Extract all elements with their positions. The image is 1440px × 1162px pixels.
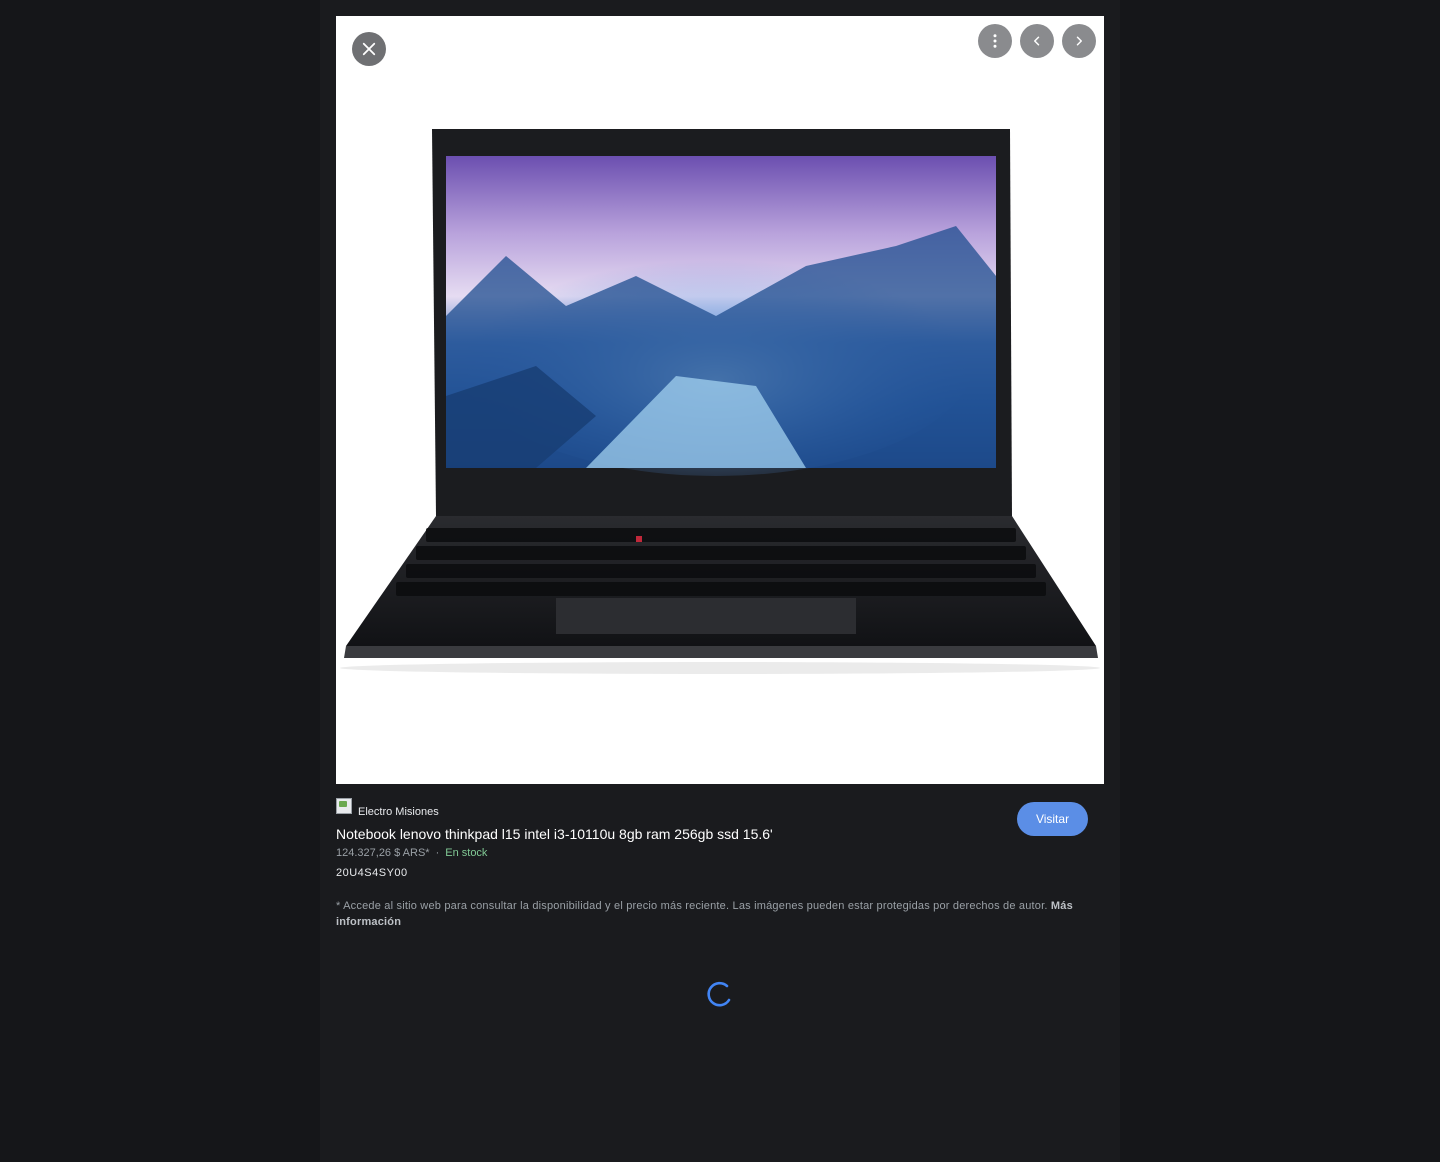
product-title[interactable]: Notebook lenovo thinkpad l15 intel i3-10… xyxy=(336,826,773,842)
product-sku: 20U4S4SY00 xyxy=(336,867,408,879)
visit-button[interactable]: Visitar xyxy=(1017,802,1088,836)
more-options-button[interactable] xyxy=(978,24,1012,58)
source-name[interactable]: Electro Misiones xyxy=(358,806,439,818)
separator-dot: · xyxy=(435,847,440,859)
disclaimer: * Accede al sitio web para consultar la … xyxy=(336,898,1104,930)
close-button[interactable] xyxy=(352,32,386,66)
previous-button[interactable] xyxy=(1020,24,1054,58)
more-vert-icon xyxy=(993,34,997,48)
close-icon xyxy=(362,42,376,56)
site-favicon xyxy=(336,798,352,814)
chevron-left-icon xyxy=(1034,36,1040,46)
next-button[interactable] xyxy=(1062,24,1096,58)
product-price: 124.327,26 $ ARS* xyxy=(336,847,430,859)
disclaimer-text: * Accede al sitio web para consultar la … xyxy=(336,900,1048,912)
loading-spinner-icon xyxy=(707,981,731,1007)
price-row: 124.327,26 $ ARS* · En stock xyxy=(336,847,487,859)
product-image[interactable] xyxy=(336,16,1104,784)
availability-status: En stock xyxy=(445,847,488,859)
source-row[interactable]: Electro Misiones xyxy=(336,797,439,818)
chevron-right-icon xyxy=(1076,36,1082,46)
laptop-image xyxy=(340,129,1100,674)
